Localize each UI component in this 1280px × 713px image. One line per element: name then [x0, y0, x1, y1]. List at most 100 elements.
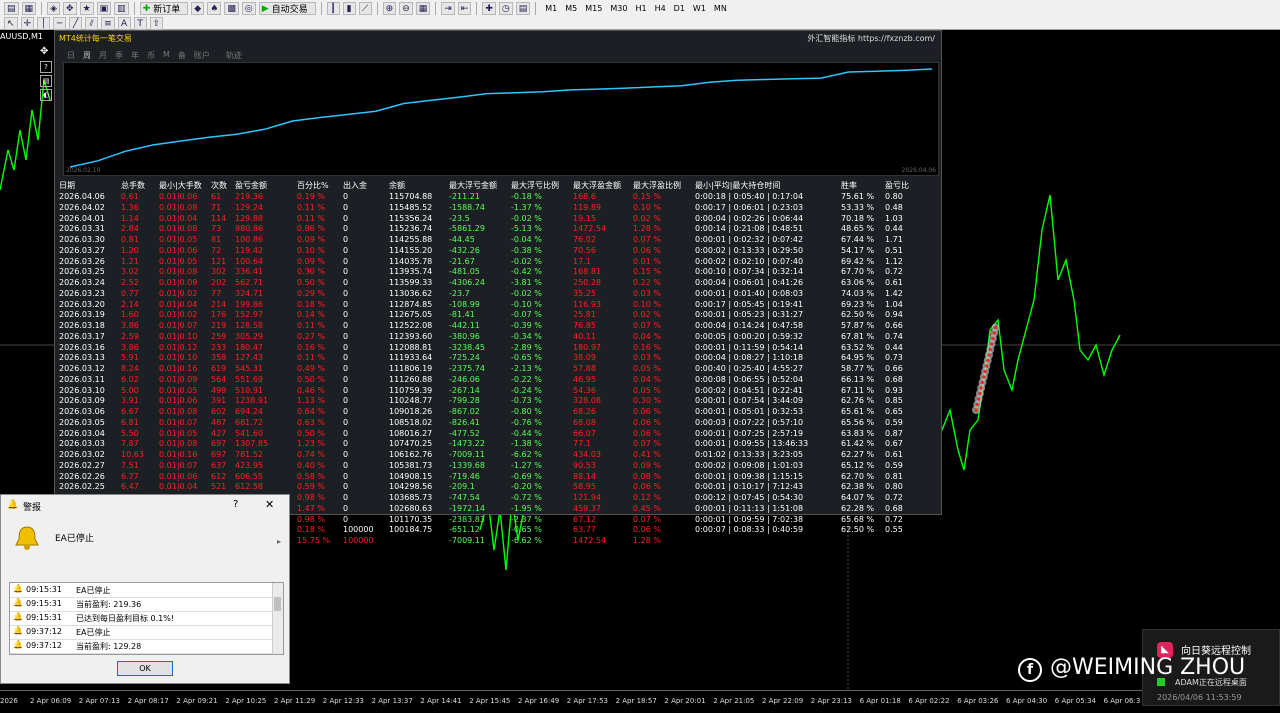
cell-9: -5.13 % — [511, 224, 542, 234]
periods-icon[interactable]: ◷ — [498, 2, 513, 15]
ok-button[interactable]: OK — [117, 661, 173, 676]
cell-10: 180.97 — [573, 342, 601, 352]
log-scrollbar[interactable] — [272, 583, 283, 654]
alert-log-item[interactable]: 🔔 09:15:31 EA已停止 — [10, 583, 272, 598]
cell-12: 0:00:01 | 0:02:32 | 0:07:42 — [695, 235, 804, 244]
tile-windows-icon[interactable]: ▦ — [415, 2, 431, 15]
vline-icon[interactable]: │ — [37, 17, 51, 30]
profiles-icon[interactable]: ▦ — [21, 2, 37, 15]
alert-log-item[interactable]: 🔔 09:37:12 EA已停止 — [10, 625, 272, 640]
cell-11: 0.06 % — [633, 428, 661, 438]
cell-5: 0.11 % — [297, 353, 325, 363]
tester-icon[interactable]: ▥ — [114, 2, 129, 15]
alert-log-item[interactable]: 🔔 09:15:31 当前盈利: 219.36 — [10, 597, 272, 612]
expert-icon[interactable]: ◆ — [191, 2, 205, 15]
bar-chart-icon[interactable]: ┃ — [326, 2, 340, 15]
data-window-icon[interactable]: ✥ — [63, 2, 77, 15]
move-icon[interactable]: ✥ — [40, 46, 52, 57]
trendline-icon[interactable]: ╱ — [69, 17, 83, 30]
terminal-icon[interactable]: ▣ — [96, 2, 112, 15]
table-row: 2026.04.02 1.36 0.01|0.08 71 129.24 0.11 % 0 11… — [55, 203, 941, 213]
alert-log-item[interactable]: 🔔 09:15:31 已达到每日盈利目标 0.1%! — [10, 611, 272, 626]
cell-0: 2026.03.06 — [59, 407, 105, 416]
close-button[interactable]: ✕ — [265, 498, 274, 511]
indicators-icon[interactable]: ✚ — [482, 2, 496, 15]
cell-0: 2026.03.23 — [59, 288, 105, 298]
cell-12: 0:00:01 | 0:11:13 | 1:51:08 — [695, 503, 804, 513]
table-row: 2026.03.25 3.02 0.01|0.08 302 336.41 0.30 % 0 1… — [55, 267, 941, 277]
text-icon[interactable]: A — [117, 17, 131, 30]
period-tab-2[interactable]: 月 — [99, 50, 107, 61]
auto-scroll-icon[interactable]: ⇥ — [441, 2, 455, 15]
channel-icon[interactable]: ⫽ — [85, 17, 99, 30]
period-tab-7[interactable]: 备 — [178, 50, 186, 61]
timeframe-d1[interactable]: D1 — [670, 4, 689, 13]
line-chart-icon[interactable]: ⟋ — [358, 2, 372, 15]
period-tab-0[interactable]: 日 — [67, 50, 75, 61]
table-row: 2026.03.10 5.00 0.01|0.05 499 510.91 0.46 % 0 1… — [55, 386, 941, 396]
fibo-icon[interactable]: ≡ — [101, 17, 115, 30]
period-tab-8[interactable]: 账户 — [194, 50, 210, 61]
label-icon[interactable]: T — [133, 17, 147, 30]
cell-1: 6.77 — [121, 471, 139, 481]
new-order-button[interactable]: ✚ 新订单 — [139, 2, 189, 15]
cell-12: 0:00:01 | 0:05:23 | 0:31:27 — [695, 310, 804, 320]
cell-8: -1339.68 — [449, 460, 485, 470]
crosshair-icon[interactable]: ✛ — [20, 17, 35, 30]
templates-icon[interactable]: ▤ — [515, 2, 531, 15]
period-tab-10[interactable]: 轨迹 — [226, 50, 242, 61]
timeframe-h1[interactable]: H1 — [631, 4, 650, 13]
period-tab-6[interactable]: M — [163, 50, 170, 61]
cell-14: 0.44 — [885, 342, 903, 352]
help-button[interactable]: ? — [233, 499, 238, 510]
panel-link[interactable]: 外汇智能指标 https://fxznzb.com/ — [807, 33, 935, 44]
cell-9: -0.02 % — [511, 288, 542, 298]
scroll-thumb[interactable] — [274, 597, 281, 611]
cell-4: 510.91 — [235, 385, 263, 395]
cell-4: 551.69 — [235, 374, 263, 384]
cell-2: 0.01|0.05 — [159, 235, 198, 244]
timeframe-w1[interactable]: W1 — [689, 4, 710, 13]
timeframe-m5[interactable]: M5 — [561, 4, 581, 13]
period-tab-5[interactable]: 币 — [147, 50, 155, 61]
vps-icon[interactable]: ◎ — [241, 2, 256, 15]
cursor-icon[interactable]: ↖ — [4, 17, 18, 30]
market-watch-icon[interactable]: ◈ — [47, 2, 61, 15]
alert-log-list[interactable]: 🔔 09:15:31 EA已停止 🔔 09:15:31 当前盈利: 219.36 🔔 09:1… — [9, 582, 284, 655]
cell-3: 391 — [211, 396, 227, 406]
dialog-message: EA已停止 — [55, 534, 94, 544]
cell-10: 459.37 — [573, 503, 601, 513]
cell-9: -0.18 % — [511, 192, 542, 201]
new-chart-icon[interactable]: ▤ — [4, 2, 19, 15]
candle-chart-icon[interactable]: ▮ — [342, 2, 356, 15]
market-icon[interactable]: ▩ — [224, 2, 239, 15]
timeframe-m30[interactable]: M30 — [606, 4, 631, 13]
cell-8: -81.41 — [449, 310, 475, 320]
period-tab-4[interactable]: 年 — [131, 50, 139, 61]
period-tab-1[interactable]: 周 — [83, 50, 91, 61]
chart-shift-icon[interactable]: ⇤ — [457, 2, 472, 15]
signals-icon[interactable]: ♠ — [207, 2, 222, 15]
table-row: 2026.03.23 0.77 0.01|0.02 77 324.71 0.29 % 0 11… — [55, 289, 941, 299]
cell-14: 1.03 — [885, 213, 903, 223]
arrows-icon[interactable]: ⇧ — [149, 17, 164, 30]
alert-log-item[interactable]: 🔔 09:37:12 当前盈利: 129.28 — [10, 639, 272, 654]
timeframe-mn[interactable]: MN — [710, 4, 731, 13]
question-icon[interactable]: ? — [40, 61, 52, 73]
timeframe-m15[interactable]: M15 — [581, 4, 606, 13]
navigator-icon[interactable]: ★ — [79, 2, 94, 15]
timeframe-h4[interactable]: H4 — [651, 4, 670, 13]
timeframe-m1[interactable]: M1 — [541, 4, 561, 13]
zoom-out-icon[interactable]: ⊖ — [399, 2, 413, 15]
cell-9: -0.39 % — [511, 321, 542, 330]
cell-11: 0.02 % — [633, 310, 661, 320]
cell-5: 0.50 % — [297, 428, 325, 438]
auto-trade-button[interactable]: ▶ 自动交易 — [258, 2, 316, 15]
chart-icon[interactable]: ▤ — [40, 75, 52, 87]
expand-icon[interactable]: ▸ — [277, 537, 281, 546]
hline-icon[interactable]: ─ — [53, 17, 67, 30]
cell-3: 202 — [211, 278, 227, 287]
period-tab-3[interactable]: 季 — [115, 50, 123, 61]
settings-icon[interactable]: ◐ — [40, 89, 52, 101]
zoom-in-icon[interactable]: ⊕ — [382, 2, 397, 15]
